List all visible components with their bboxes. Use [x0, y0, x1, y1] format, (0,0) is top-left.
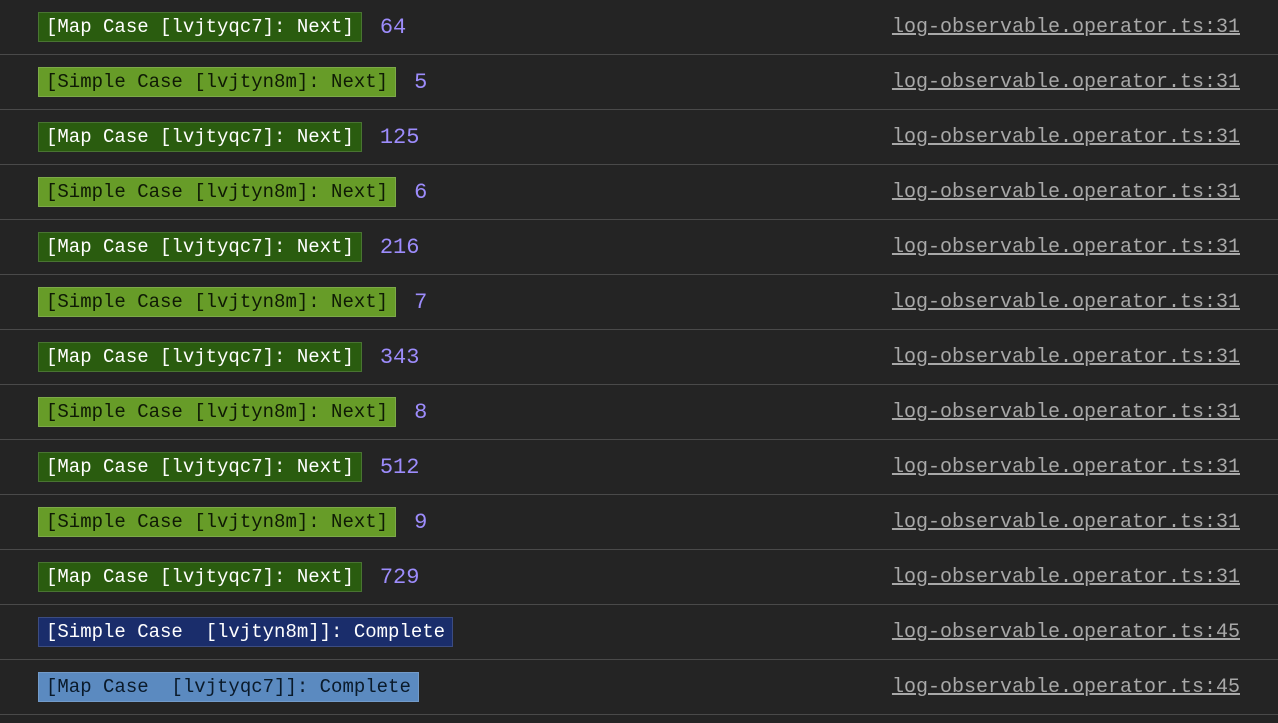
console-row: [Map Case [lvjtyqc7]: Next] 216 log-observ…	[0, 220, 1278, 275]
console-row-left: [Map Case [lvjtyqc7]: Next] 64	[38, 12, 406, 42]
console-row-left: [Simple Case [lvjtyn8m]: Next] 8	[38, 397, 427, 427]
source-link[interactable]: log-observable.operator.ts:31	[892, 456, 1240, 479]
log-badge: [Map Case [lvjtyqc7]: Next]	[38, 452, 362, 482]
console-row-left: [Map Case [lvjtyqc7]: Next] 343	[38, 342, 419, 372]
console-row: [Simple Case [lvjtyn8m]: Next] 7 log-obser…	[0, 275, 1278, 330]
log-value: 729	[380, 565, 420, 590]
source-link[interactable]: log-observable.operator.ts:45	[892, 621, 1240, 644]
console-row: [Simple Case [lvjtyn8m]: Next] 5 log-obser…	[0, 55, 1278, 110]
log-value: 64	[380, 15, 406, 40]
log-value: 6	[414, 180, 427, 205]
source-link[interactable]: log-observable.operator.ts:31	[892, 511, 1240, 534]
source-link[interactable]: log-observable.operator.ts:45	[892, 676, 1240, 699]
log-badge: [Map Case [lvjtyqc7]: Next]	[38, 342, 362, 372]
console-row-left: [Map Case [lvjtyqc7]: Next] 125	[38, 122, 419, 152]
source-link[interactable]: log-observable.operator.ts:31	[892, 236, 1240, 259]
console-row: [Map Case [lvjtyqc7]: Next] 343 log-observ…	[0, 330, 1278, 385]
log-value: 343	[380, 345, 420, 370]
log-value: 125	[380, 125, 420, 150]
console-row: [Simple Case [lvjtyn8m]: Next] 8 log-obser…	[0, 385, 1278, 440]
log-badge: [Map Case [lvjtyqc7]: Next]	[38, 562, 362, 592]
log-value: 8	[414, 400, 427, 425]
log-badge: [Simple Case [lvjtyn8m]: Next]	[38, 177, 396, 207]
log-value: 9	[414, 510, 427, 535]
console-row-left: [Simple Case [lvjtyn8m]: Next] 6	[38, 177, 427, 207]
console-row-left: [Simple Case [lvjtyn8m]: Next] 5	[38, 67, 427, 97]
source-link[interactable]: log-observable.operator.ts:31	[892, 346, 1240, 369]
source-link[interactable]: log-observable.operator.ts:31	[892, 16, 1240, 39]
log-badge: [Map Case [lvjtyqc7]: Next]	[38, 122, 362, 152]
console-row-left: [Simple Case [lvjtyn8m]: Next] 7	[38, 287, 427, 317]
source-link[interactable]: log-observable.operator.ts:31	[892, 291, 1240, 314]
log-value: 512	[380, 455, 420, 480]
log-value: 216	[380, 235, 420, 260]
console-output: [Map Case [lvjtyqc7]: Next] 64 log-observa…	[0, 0, 1278, 715]
log-badge: [Map Case [lvjtyqc7]: Next]	[38, 232, 362, 262]
console-row-left: [Simple Case [lvjtyn8m]]: Complete	[38, 617, 453, 647]
console-row: [Simple Case [lvjtyn8m]: Next] 6 log-obser…	[0, 165, 1278, 220]
log-value: 5	[414, 70, 427, 95]
log-badge: [Simple Case [lvjtyn8m]]: Complete	[38, 617, 453, 647]
console-row: [Map Case [lvjtyqc7]]: Complete log-obser…	[0, 660, 1278, 715]
console-row: [Map Case [lvjtyqc7]: Next] 125 log-observ…	[0, 110, 1278, 165]
source-link[interactable]: log-observable.operator.ts:31	[892, 566, 1240, 589]
console-row: [Simple Case [lvjtyn8m]]: Complete log-ob…	[0, 605, 1278, 660]
log-badge: [Simple Case [lvjtyn8m]: Next]	[38, 67, 396, 97]
source-link[interactable]: log-observable.operator.ts:31	[892, 181, 1240, 204]
log-badge: [Simple Case [lvjtyn8m]: Next]	[38, 397, 396, 427]
console-row-left: [Map Case [lvjtyqc7]: Next] 512	[38, 452, 419, 482]
console-row: [Map Case [lvjtyqc7]: Next] 729 log-observ…	[0, 550, 1278, 605]
console-row-left: [Map Case [lvjtyqc7]]: Complete	[38, 672, 419, 702]
console-row: [Map Case [lvjtyqc7]: Next] 64 log-observa…	[0, 0, 1278, 55]
console-row: [Map Case [lvjtyqc7]: Next] 512 log-observ…	[0, 440, 1278, 495]
log-badge: [Map Case [lvjtyqc7]]: Complete	[38, 672, 419, 702]
log-badge: [Map Case [lvjtyqc7]: Next]	[38, 12, 362, 42]
log-badge: [Simple Case [lvjtyn8m]: Next]	[38, 507, 396, 537]
console-row-left: [Map Case [lvjtyqc7]: Next] 216	[38, 232, 419, 262]
source-link[interactable]: log-observable.operator.ts:31	[892, 126, 1240, 149]
log-value: 7	[414, 290, 427, 315]
source-link[interactable]: log-observable.operator.ts:31	[892, 71, 1240, 94]
console-row: [Simple Case [lvjtyn8m]: Next] 9 log-obser…	[0, 495, 1278, 550]
log-badge: [Simple Case [lvjtyn8m]: Next]	[38, 287, 396, 317]
source-link[interactable]: log-observable.operator.ts:31	[892, 401, 1240, 424]
console-row-left: [Map Case [lvjtyqc7]: Next] 729	[38, 562, 419, 592]
console-row-left: [Simple Case [lvjtyn8m]: Next] 9	[38, 507, 427, 537]
